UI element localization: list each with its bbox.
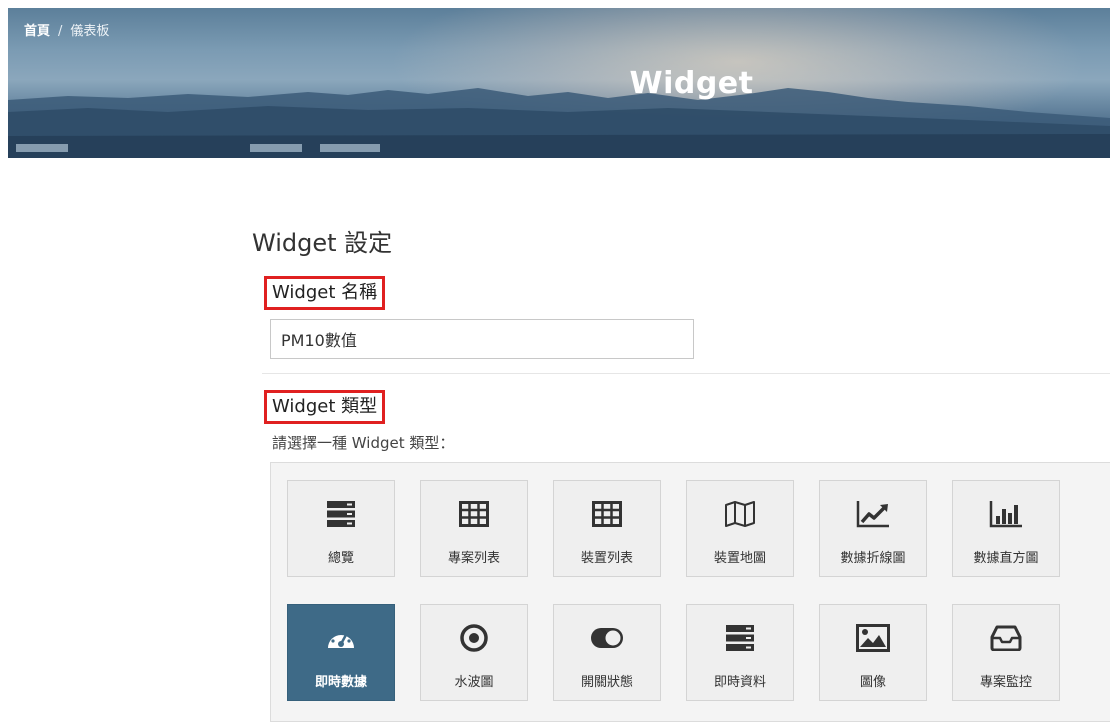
header-banner: 首頁 / 儀表板 Widget	[8, 8, 1110, 158]
widget-type-liquid-fill-tile[interactable]: 水波圖	[420, 604, 528, 701]
target-icon	[460, 624, 488, 652]
bar-chart-icon	[989, 501, 1022, 528]
table-icon	[592, 501, 622, 527]
map-icon	[725, 501, 755, 527]
widget-type-device-list-tile[interactable]: 裝置列表	[553, 480, 661, 577]
breadcrumb-current[interactable]: 儀表板	[70, 24, 109, 39]
widget-type-label: 總覽	[327, 551, 354, 566]
table-icon	[459, 501, 489, 527]
widget-type-device-map-tile[interactable]: 裝置地圖	[686, 480, 794, 577]
breadcrumb-separator: /	[58, 24, 63, 39]
widget-type-project-monitor-tile[interactable]: 專案監控	[952, 604, 1060, 701]
widget-name-label: Widget 名稱	[264, 276, 386, 310]
widget-type-label: 裝置地圖	[713, 551, 766, 566]
breadcrumb-home-link[interactable]: 首頁	[24, 24, 50, 39]
widget-name-input[interactable]	[270, 319, 694, 359]
widget-type-realtime-info-tile[interactable]: 即時資料	[686, 604, 794, 701]
widget-type-label: 專案列表	[447, 551, 500, 566]
widget-type-label: 專案監控	[979, 675, 1032, 690]
dashboard-gauge-icon	[328, 629, 354, 648]
widget-type-project-list-tile[interactable]: 專案列表	[420, 480, 528, 577]
widget-type-hint: 請選擇一種 Widget 類型：	[272, 434, 455, 452]
widget-type-line-chart-tile[interactable]: 數據折線圖	[819, 480, 927, 577]
widget-type-label: 開關狀態	[580, 675, 633, 690]
widget-type-label: 水波圖	[454, 675, 494, 690]
image-icon	[856, 624, 890, 652]
widget-type-label: Widget 類型	[264, 390, 386, 424]
toggle-icon	[591, 628, 623, 648]
widget-type-grid: 總覽 專案列表 裝置列表 裝置地圖 數據折線圖 數據直方圖 即時數據 水波圖 開…	[270, 462, 1110, 722]
widget-type-label: 數據直方圖	[973, 551, 1039, 566]
breadcrumb: 首頁 / 儀表板	[24, 20, 109, 39]
server-icon	[327, 501, 355, 527]
widget-type-bar-chart-tile[interactable]: 數據直方圖	[952, 480, 1060, 577]
widget-type-image-tile[interactable]: 圖像	[819, 604, 927, 701]
inbox-icon	[990, 625, 1022, 651]
widget-type-label: 圖像	[859, 675, 886, 690]
line-chart-icon	[856, 501, 889, 528]
widget-type-label: 數據折線圖	[840, 551, 906, 566]
widget-type-label: 即時數據	[314, 675, 367, 690]
banner-title: Widget	[629, 66, 754, 101]
server-icon	[726, 625, 754, 651]
page-title: Widget 設定	[252, 229, 393, 257]
widget-type-switch-status-tile[interactable]: 開關狀態	[553, 604, 661, 701]
section-divider	[262, 373, 1110, 374]
widget-type-overview-tile[interactable]: 總覽	[287, 480, 395, 577]
widget-type-label: 裝置列表	[580, 551, 633, 566]
widget-type-realtime-data-tile[interactable]: 即時數據	[287, 604, 395, 701]
widget-type-label: 即時資料	[713, 675, 766, 690]
